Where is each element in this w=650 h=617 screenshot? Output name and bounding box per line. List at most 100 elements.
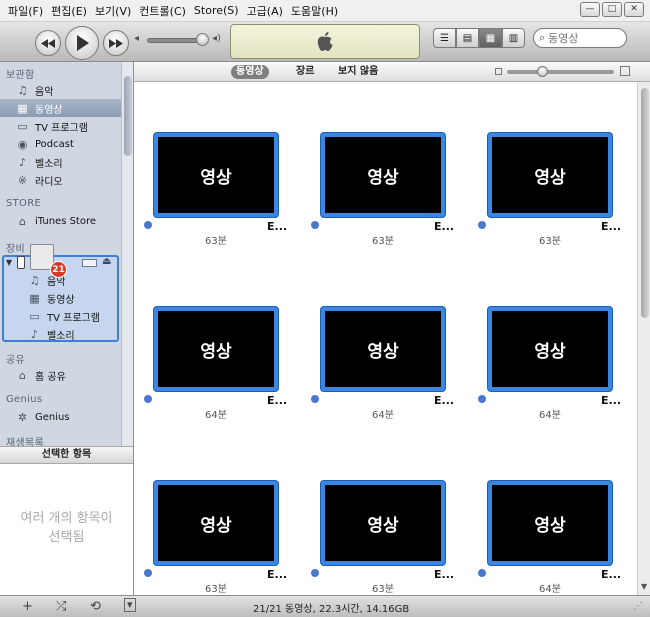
video-tile[interactable]: 영상 E... 64분 (468, 481, 621, 596)
video-duration: 63분 (539, 236, 561, 247)
video-thumbnail[interactable]: 영상 (488, 133, 612, 217)
unwatched-dot-icon (311, 221, 319, 229)
tv-icon: ▭ (17, 119, 28, 133)
device-item-tv-shows[interactable]: ▭ TV 프로그램 (0, 307, 121, 325)
sidebar-item-tv-shows[interactable]: ▭ TV 프로그램 (0, 117, 121, 135)
video-tile[interactable]: 영상 E... 63분 (301, 133, 454, 248)
library-status: 21/21 동영상, 22.3시간, 14.16GB (253, 604, 410, 615)
video-duration: 64분 (539, 584, 561, 595)
volume-knob[interactable] (196, 33, 209, 46)
home-icon: ⌂ (19, 368, 26, 382)
unwatched-dot-icon (144, 569, 152, 577)
shuffle-icon[interactable]: ⤮ (56, 599, 66, 614)
close-button[interactable]: ✕ (624, 2, 644, 17)
bottom-bar: + ⤮ ⟲ ▾ 21/21 동영상, 22.3시간, 14.16GB ⋰ (0, 595, 650, 617)
menu-store[interactable]: Store(S) (190, 4, 243, 17)
drag-count-badge: 21 (50, 261, 67, 278)
video-thumbnail[interactable]: 영상 (154, 481, 278, 565)
video-tile[interactable]: 영상 E... 63분 (134, 133, 287, 248)
video-duration: 63분 (205, 236, 227, 247)
filter-unwatched[interactable]: 보지 않음 (333, 65, 383, 79)
view-coverflow-button[interactable]: ▥ (502, 28, 525, 48)
menu-advanced[interactable]: 고급(A) (243, 3, 287, 19)
video-duration: 63분 (205, 584, 227, 595)
menu-bar: 파일(F) 편집(E) 보기(V) 컨트롤(C) Store(S) 고급(A) … (0, 0, 650, 22)
device-item-movies[interactable]: ▦ 동영상 (0, 289, 121, 307)
video-duration: 64분 (539, 410, 561, 421)
video-tile[interactable]: 영상 E... 64분 (301, 307, 454, 422)
next-button[interactable] (103, 30, 129, 56)
add-playlist-icon[interactable]: + (22, 599, 33, 614)
view-grid-button[interactable]: ▦ (479, 28, 502, 48)
view-album-list-button[interactable]: ▤ (456, 28, 479, 48)
section-shared: 공유 (6, 355, 25, 366)
status-display (230, 24, 420, 59)
video-thumbnail[interactable]: 영상 (488, 481, 612, 565)
bell-icon: ♪ (18, 155, 27, 169)
small-size-icon (495, 68, 502, 75)
eject-icon[interactable]: ⏏ (102, 256, 111, 267)
sidebar-item-podcast[interactable]: ◉ Podcast (0, 135, 121, 153)
unwatched-dot-icon (478, 569, 486, 577)
unwatched-dot-icon (144, 221, 152, 229)
video-thumbnail[interactable]: 영상 (321, 133, 445, 217)
sidebar-scrollbar[interactable] (121, 62, 133, 446)
sidebar-item-movies[interactable]: ▦ 동영상 (0, 99, 121, 117)
scroll-down-icon[interactable]: ▼ (641, 582, 647, 591)
menu-controls[interactable]: 컨트롤(C) (135, 3, 190, 19)
search-field[interactable]: ⌕ (533, 28, 627, 48)
music-note-icon: ♫ (17, 83, 28, 97)
sidebar-scroll-thumb[interactable] (124, 76, 132, 156)
menu-view[interactable]: 보기(V) (91, 3, 135, 19)
unwatched-dot-icon (478, 395, 486, 403)
content-scroll-thumb[interactable] (641, 88, 649, 318)
filter-genre[interactable]: 장르 (291, 65, 319, 79)
sidebar: 보관함 ♫ 음악 ▦ 동영상 ▭ TV 프로그램 ◉ Podcast ♪ 벨소리… (0, 62, 133, 446)
sidebar-item-itunes-store[interactable]: ⌂ iTunes Store (0, 212, 121, 230)
play-button[interactable] (65, 26, 99, 60)
video-tile[interactable]: 영상 E... 64분 (134, 307, 287, 422)
previous-button[interactable] (35, 30, 61, 56)
sidebar-item-radio[interactable]: ※ 라디오 (0, 171, 121, 189)
section-library: 보관함 (6, 70, 35, 81)
video-tile[interactable]: 영상 E... 63분 (134, 481, 287, 596)
video-thumbnail[interactable]: 영상 (154, 133, 278, 217)
sidebar-item-music[interactable]: ♫ 음악 (0, 81, 121, 99)
maximize-button[interactable]: □ (602, 2, 622, 17)
album-list-icon: ▤ (462, 32, 473, 44)
view-list-button[interactable]: ☰ (433, 28, 456, 48)
unwatched-dot-icon (311, 569, 319, 577)
show-artwork-icon[interactable]: ▾ (124, 598, 136, 612)
sidebar-item-genius[interactable]: ✲ Genius (0, 408, 121, 426)
menu-file[interactable]: 파일(F) (4, 3, 47, 19)
video-thumbnail[interactable]: 영상 (321, 307, 445, 391)
video-tile[interactable]: 영상 E... 63분 (301, 481, 454, 596)
video-tile[interactable]: 영상 E... 64분 (468, 307, 621, 422)
menu-edit[interactable]: 편집(E) (47, 3, 91, 19)
thumbnail-size-slider[interactable] (507, 70, 614, 74)
selected-item-panel: 선택한 항목 여러 개의 항목이 선택됨 (0, 446, 133, 595)
disclosure-triangle-icon[interactable]: ▼ (6, 258, 12, 267)
menu-help[interactable]: 도움말(H) (287, 3, 342, 19)
video-tile[interactable]: 영상 E... 63분 (468, 133, 621, 248)
list-icon: ☰ (440, 32, 449, 44)
video-duration: 64분 (205, 410, 227, 421)
sidebar-item-home-sharing[interactable]: ⌂ 홈 공유 (0, 366, 121, 384)
minimize-button[interactable]: — (580, 2, 600, 17)
video-thumbnail[interactable]: 영상 (154, 307, 278, 391)
video-duration: 64분 (372, 410, 394, 421)
repeat-icon[interactable]: ⟲ (90, 599, 101, 614)
rewind-icon (41, 38, 55, 48)
sidebar-item-ringtones[interactable]: ♪ 벨소리 (0, 153, 121, 171)
filter-bar: 동영상 장르 보지 않음 (134, 62, 650, 82)
video-thumbnail[interactable]: 영상 (488, 307, 612, 391)
content-scrollbar[interactable]: ▼ (637, 82, 650, 595)
video-thumbnail[interactable]: 영상 (321, 481, 445, 565)
search-input[interactable] (548, 31, 613, 45)
filter-videos[interactable]: 동영상 (231, 65, 269, 79)
iphone-icon (17, 256, 25, 269)
device-item-ringtones[interactable]: ♪ 벨소리 (0, 325, 121, 343)
thumbnail-size-knob[interactable] (537, 66, 548, 77)
music-note-icon: ♫ (29, 273, 40, 287)
resize-grip-icon[interactable]: ⋰ (633, 601, 643, 612)
